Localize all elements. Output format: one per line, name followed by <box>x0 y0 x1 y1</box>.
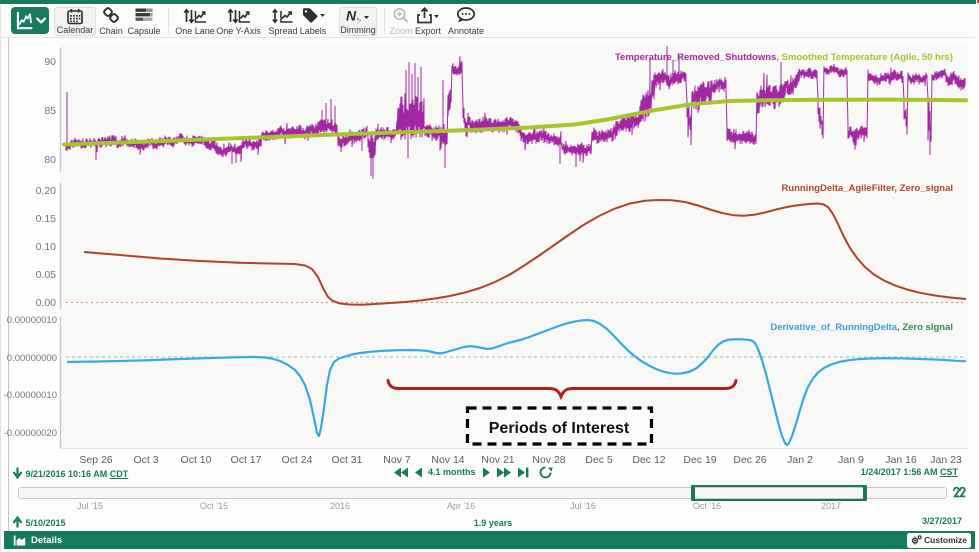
svg-text:N: N <box>346 8 357 24</box>
svg-text:Nov 28: Nov 28 <box>532 454 565 466</box>
svg-text:0.00: 0.00 <box>36 297 57 309</box>
svg-text:Periods of Interest: Periods of Interest <box>489 420 630 437</box>
svg-text:Nov 21: Nov 21 <box>481 454 514 466</box>
svg-text:Jan 2: Jan 2 <box>787 454 813 466</box>
svg-text:Oct 3: Oct 3 <box>133 454 158 466</box>
svg-text:Derivative_of_RunningDelta, Ze: Derivative_of_RunningDelta, Zero signal <box>770 322 953 333</box>
svg-text:Jan 16: Jan 16 <box>885 454 917 466</box>
svg-text:Dec 19: Dec 19 <box>683 454 716 466</box>
svg-text:Oct 10: Oct 10 <box>181 454 212 466</box>
svg-text:0.15: 0.15 <box>36 213 57 225</box>
svg-text:Nov 14: Nov 14 <box>431 454 464 466</box>
svg-text:Jan 9: Jan 9 <box>838 454 864 466</box>
svg-text:90: 90 <box>44 56 56 68</box>
svg-text:Oct 24: Oct 24 <box>282 454 313 466</box>
svg-text:Dec 5: Dec 5 <box>585 454 613 466</box>
svg-text:0.10: 0.10 <box>36 241 57 253</box>
svg-text:0.20: 0.20 <box>36 185 57 197</box>
svg-text:80: 80 <box>44 154 56 166</box>
svg-text:0.00000010: 0.00000010 <box>7 315 57 326</box>
svg-text:RunningDelta_AgileFilter, Zero: RunningDelta_AgileFilter, Zero_signal <box>781 183 953 194</box>
svg-text:Nov 7: Nov 7 <box>383 454 411 466</box>
svg-text:0.00000000: 0.00000000 <box>7 353 57 364</box>
svg-text:-0.00000010: -0.00000010 <box>4 390 57 401</box>
svg-text:Jan 23: Jan 23 <box>930 454 962 466</box>
svg-text:-0.00000020: -0.00000020 <box>4 428 57 439</box>
svg-text:Dec 12: Dec 12 <box>632 454 665 466</box>
svg-text:Sep 26: Sep 26 <box>79 454 112 466</box>
svg-text:0.05: 0.05 <box>36 269 57 281</box>
svg-text:Temperature_Removed_Shutdowns,: Temperature_Removed_Shutdowns, Smoothed … <box>615 52 953 63</box>
svg-text:Dec 26: Dec 26 <box>733 454 766 466</box>
svg-text:85: 85 <box>44 105 56 117</box>
svg-text:Oct 31: Oct 31 <box>332 454 363 466</box>
svg-text:Oct 17: Oct 17 <box>231 454 262 466</box>
